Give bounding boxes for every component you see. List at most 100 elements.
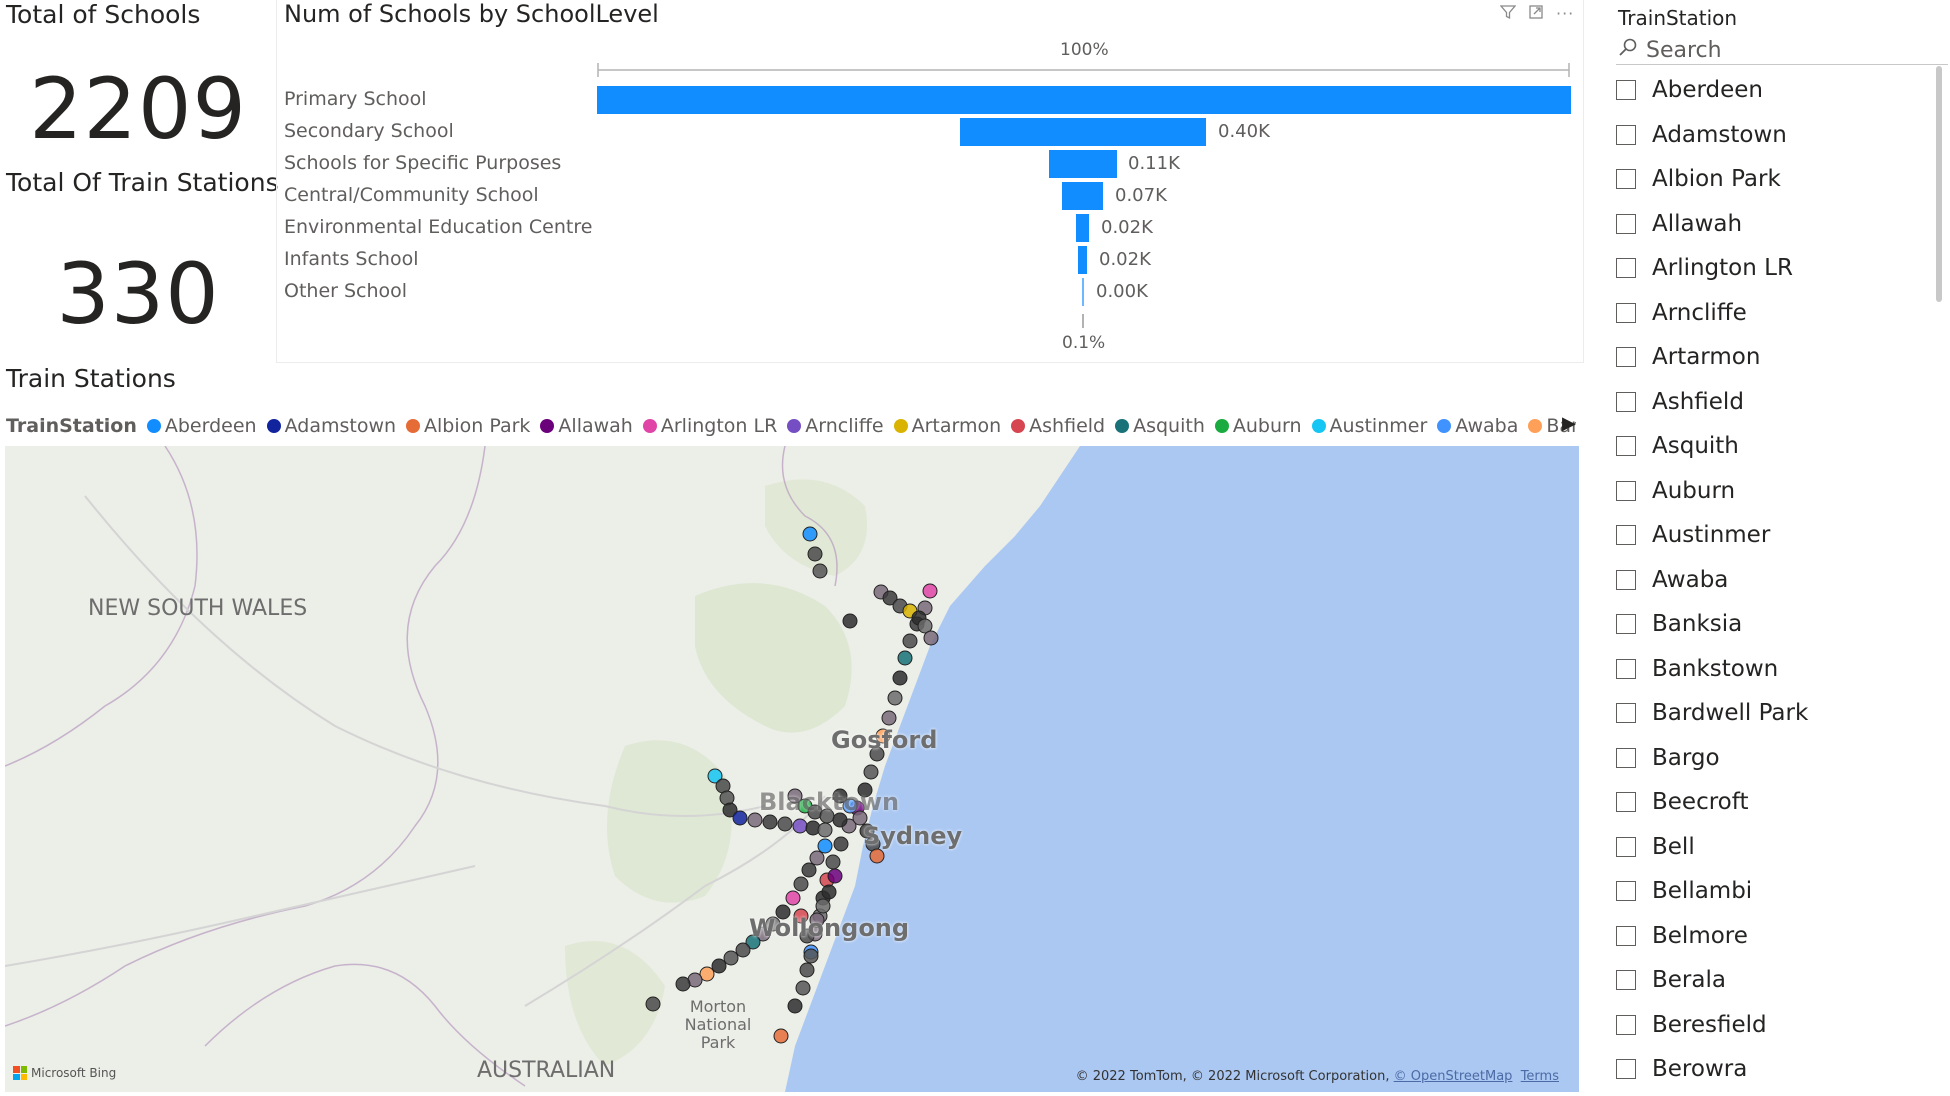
checkbox[interactable] (1616, 569, 1636, 590)
station-marker[interactable] (892, 670, 908, 686)
slicer-item[interactable]: Arlington LR (1616, 246, 1916, 291)
station-marker[interactable] (825, 854, 841, 870)
slicer-search[interactable]: Search (1616, 36, 1948, 65)
checkbox[interactable] (1616, 836, 1636, 857)
station-marker[interactable] (675, 976, 691, 992)
slicer-item[interactable]: Bardwell Park (1616, 691, 1916, 736)
slicer-item[interactable]: Awaba (1616, 558, 1916, 603)
legend-item[interactable]: Allawah (540, 415, 633, 437)
legend-item[interactable]: Arncliffe (787, 415, 884, 437)
station-marker[interactable] (787, 998, 803, 1014)
station-marker[interactable] (785, 890, 801, 906)
funnel-bar-specific[interactable] (1049, 150, 1117, 178)
legend-item[interactable]: Aberdeen (146, 415, 257, 437)
legend-item[interactable]: Arlington LR (642, 415, 777, 437)
checkbox[interactable] (1616, 747, 1636, 768)
legend-item[interactable]: Ashfield (1011, 415, 1105, 437)
checkbox[interactable] (1616, 970, 1636, 991)
funnel-bar-infants[interactable] (1078, 246, 1087, 274)
checkbox[interactable] (1616, 792, 1636, 813)
slicer-item[interactable]: Bargo (1616, 736, 1916, 781)
station-marker[interactable] (809, 850, 825, 866)
slicer-item[interactable]: Artarmon (1616, 335, 1916, 380)
legend-item[interactable]: Austinmer (1311, 415, 1427, 437)
slicer-item[interactable]: Belmore (1616, 914, 1916, 959)
station-marker[interactable] (803, 948, 819, 964)
checkbox[interactable] (1616, 80, 1636, 101)
station-marker[interactable] (887, 690, 903, 706)
legend-item[interactable]: Albion Park (406, 415, 530, 437)
slicer-item[interactable]: Auburn (1616, 469, 1916, 514)
station-marker[interactable] (922, 583, 938, 599)
station-marker[interactable] (833, 836, 849, 852)
terms-link[interactable]: Terms (1521, 1069, 1559, 1084)
legend-item[interactable]: Adamstown (266, 415, 396, 437)
checkbox[interactable] (1616, 925, 1636, 946)
checkbox[interactable] (1616, 391, 1636, 412)
station-marker[interactable] (773, 1028, 789, 1044)
station-marker[interactable] (897, 650, 913, 666)
checkbox[interactable] (1616, 302, 1636, 323)
slicer-item[interactable]: Berala (1616, 958, 1916, 1003)
checkbox[interactable] (1616, 1014, 1636, 1035)
checkbox[interactable] (1616, 436, 1636, 457)
funnel-bar-secondary[interactable] (960, 118, 1206, 146)
osm-link[interactable]: © OpenStreetMap (1394, 1069, 1513, 1084)
station-marker[interactable] (777, 816, 793, 832)
checkbox[interactable] (1616, 213, 1636, 234)
checkbox[interactable] (1616, 658, 1636, 679)
station-marker[interactable] (842, 613, 858, 629)
checkbox[interactable] (1616, 480, 1636, 501)
station-marker[interactable] (863, 764, 879, 780)
station-marker[interactable] (801, 862, 817, 878)
checkbox[interactable] (1616, 258, 1636, 279)
station-marker[interactable] (799, 962, 815, 978)
station-marker[interactable] (807, 546, 823, 562)
station-marker[interactable] (881, 710, 897, 726)
legend-next-arrow-icon[interactable]: ▶ (1562, 413, 1576, 434)
slicer-scrollbar[interactable] (1936, 66, 1942, 302)
station-marker[interactable] (802, 526, 818, 542)
checkbox[interactable] (1616, 881, 1636, 902)
slicer-item[interactable]: Berowra (1616, 1047, 1916, 1092)
checkbox[interactable] (1616, 1059, 1636, 1080)
station-marker[interactable] (815, 898, 831, 914)
funnel-bar-primary[interactable] (597, 86, 1571, 114)
station-marker[interactable] (827, 868, 843, 884)
slicer-item[interactable]: Arncliffe (1616, 291, 1916, 336)
station-marker[interactable] (812, 563, 828, 579)
station-marker[interactable] (817, 822, 833, 838)
slicer-item[interactable]: Aberdeen (1616, 68, 1916, 113)
funnel-bar-other[interactable] (1082, 278, 1084, 306)
legend-item[interactable]: Artarmon (893, 415, 1001, 437)
slicer-item[interactable]: Beresfield (1616, 1003, 1916, 1048)
focus-mode-icon[interactable] (1528, 4, 1544, 24)
slicer-item[interactable]: Bankstown (1616, 647, 1916, 692)
slicer-item[interactable]: Ashfield (1616, 380, 1916, 425)
legend-item[interactable]: Auburn (1214, 415, 1302, 437)
slicer-item[interactable]: Austinmer (1616, 513, 1916, 558)
slicer-item[interactable]: Asquith (1616, 424, 1916, 469)
station-marker[interactable] (817, 838, 833, 854)
filter-icon[interactable] (1499, 4, 1517, 24)
legend-item[interactable]: Asquith (1115, 415, 1205, 437)
map-canvas[interactable]: NEW SOUTH WALES Gosford Blacktown Sydney… (5, 446, 1579, 1092)
station-marker[interactable] (902, 633, 918, 649)
checkbox[interactable] (1616, 614, 1636, 635)
slicer-item[interactable]: Bell (1616, 825, 1916, 870)
station-marker[interactable] (711, 958, 727, 974)
checkbox[interactable] (1616, 347, 1636, 368)
slicer-item[interactable]: Albion Park (1616, 157, 1916, 202)
station-marker[interactable] (923, 630, 939, 646)
station-marker[interactable] (723, 950, 739, 966)
slicer-item[interactable]: Banksia (1616, 602, 1916, 647)
checkbox[interactable] (1616, 525, 1636, 546)
station-marker[interactable] (762, 814, 778, 830)
slicer-item[interactable]: Beecroft (1616, 780, 1916, 825)
checkbox[interactable] (1616, 703, 1636, 724)
slicer-item[interactable]: Bellambi (1616, 869, 1916, 914)
station-marker[interactable] (645, 996, 661, 1012)
legend-item[interactable]: Awaba (1437, 415, 1518, 437)
more-options-icon[interactable]: ··· (1556, 4, 1574, 24)
slicer-item[interactable]: Adamstown (1616, 113, 1916, 158)
